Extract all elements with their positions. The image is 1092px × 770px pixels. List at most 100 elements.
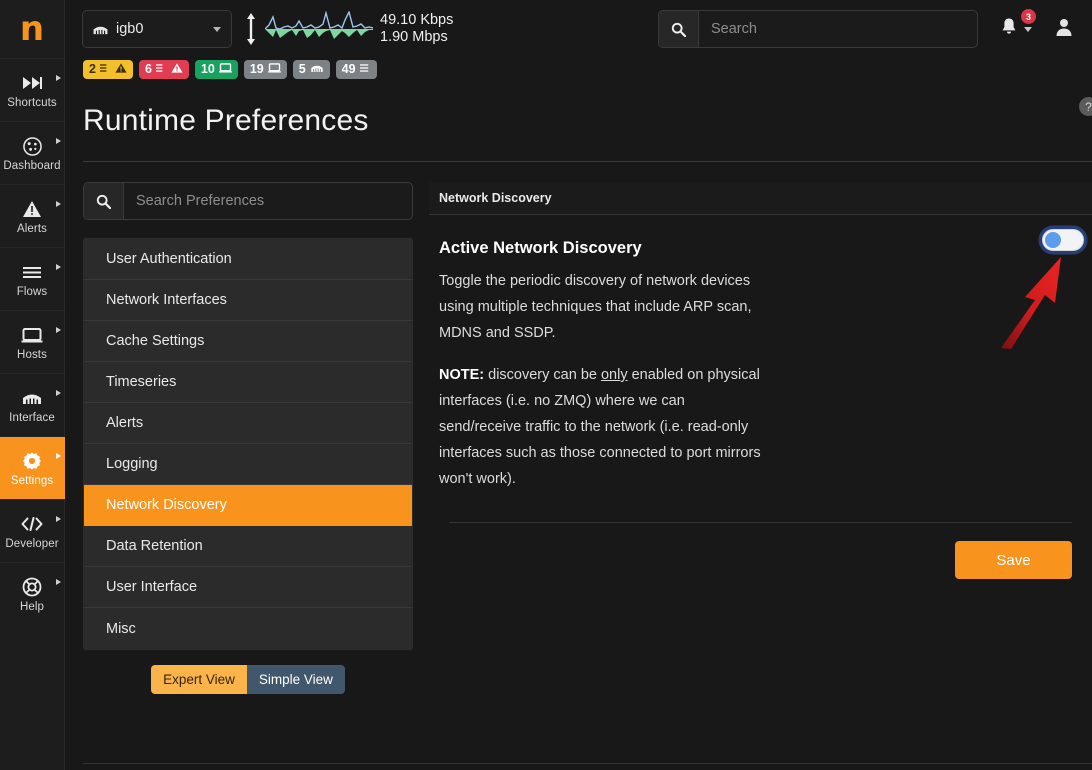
gear-icon: [22, 450, 42, 472]
pref-item-data-retention[interactable]: Data Retention: [84, 526, 412, 567]
upload-rate: 1.90 Mbps: [380, 29, 448, 45]
page-header: Runtime Preferences ?: [65, 79, 1092, 162]
sidebar-item-flows[interactable]: Flows: [0, 247, 65, 310]
preferences-list-panel: User Authentication Network Interfaces C…: [83, 182, 413, 770]
help-circle-icon[interactable]: ?: [1079, 97, 1092, 116]
network-card-icon: [310, 63, 324, 76]
pref-item-cache-settings[interactable]: Cache Settings: [84, 321, 412, 362]
badge-count: 5: [298, 62, 306, 77]
simple-view-button[interactable]: Simple View: [246, 665, 345, 694]
device-icon: [218, 63, 232, 76]
chevron-right-icon: [55, 327, 61, 333]
chevron-right-icon: [55, 75, 61, 81]
badge-interfaces[interactable]: 5: [292, 60, 330, 79]
up-down-arrows-icon: [244, 12, 258, 46]
pref-item-logging[interactable]: Logging: [84, 444, 412, 485]
device-icon: [267, 63, 281, 76]
badge-active-devices[interactable]: 10: [194, 60, 238, 79]
sidebar-item-dashboard[interactable]: Dashboard: [0, 121, 65, 184]
expert-view-button[interactable]: Expert View: [151, 665, 247, 694]
title-divider: [83, 161, 1092, 162]
note-label: NOTE:: [439, 367, 485, 383]
badge-error-alerts[interactable]: 6: [138, 60, 189, 79]
pref-label: Data Retention: [106, 538, 203, 554]
sidebar-item-interface[interactable]: Interface: [0, 373, 65, 436]
toggle-knob: [1045, 232, 1061, 248]
pref-item-user-interface[interactable]: User Interface: [84, 567, 412, 608]
search-icon[interactable]: [84, 183, 124, 219]
traffic-rates: 49.10 Kbps 1.90 Mbps: [380, 12, 453, 46]
sidebar-item-settings[interactable]: Settings: [0, 436, 65, 499]
note-after: enabled on physical interfaces (i.e. no …: [439, 367, 761, 487]
sidebar-item-hosts[interactable]: Hosts: [0, 310, 65, 373]
warning-triangle-icon: [22, 198, 42, 220]
chevron-right-icon: [55, 516, 61, 522]
notifications-button[interactable]: 3: [1000, 9, 1036, 41]
description-paragraph: Toggle the periodic discovery of network…: [439, 273, 752, 341]
pref-label: Cache Settings: [106, 333, 205, 349]
sidebar-item-developer[interactable]: Developer: [0, 499, 65, 562]
note-emphasis: only: [600, 367, 628, 383]
sidebar-label: Interface: [9, 412, 55, 424]
sidebar-item-alerts[interactable]: Alerts: [0, 184, 65, 247]
download-rate: 49.10 Kbps: [380, 12, 454, 28]
pref-label: User Authentication: [106, 251, 232, 267]
preferences-search: [83, 182, 413, 220]
sidebar-label: Alerts: [17, 223, 47, 235]
badge-count: 2: [89, 62, 96, 77]
setting-title: Active Network Discovery: [439, 239, 642, 257]
preferences-content: User Authentication Network Interfaces C…: [65, 162, 1092, 770]
chevron-right-icon: [55, 579, 61, 585]
pref-item-user-authentication[interactable]: User Authentication: [84, 239, 412, 280]
pref-item-misc[interactable]: Misc: [84, 608, 412, 649]
pref-label: Misc: [106, 620, 136, 637]
user-icon: [1054, 17, 1074, 42]
chevron-down-icon: [213, 26, 221, 32]
pref-item-alerts[interactable]: Alerts: [84, 403, 412, 444]
code-brackets-icon: [21, 513, 43, 535]
chevron-right-icon: [55, 264, 61, 270]
detail-panel-header: Network Discovery: [429, 182, 1092, 215]
pref-item-network-discovery[interactable]: Network Discovery: [84, 485, 412, 526]
badge-flows[interactable]: 49: [335, 60, 377, 79]
badge-total-devices[interactable]: 19: [243, 60, 287, 79]
badge-warning-alerts[interactable]: 2: [83, 60, 133, 79]
setting-detail-panel: Network Discovery Active Network Discove…: [429, 182, 1092, 770]
status-badges-row: 2 6 10 19 5 49: [65, 58, 395, 79]
app-root: n Shortcuts Dashboard Alerts Flows Hosts…: [0, 0, 1092, 770]
sidebar-label: Settings: [10, 475, 54, 487]
monitor-icon: [21, 324, 43, 346]
list-warning-icon: [99, 63, 111, 76]
network-card-icon: [21, 387, 43, 409]
active-network-discovery-toggle[interactable]: [1042, 229, 1084, 251]
save-button-row: Save: [449, 522, 1072, 579]
preferences-search-input[interactable]: [124, 183, 412, 219]
brand-logo[interactable]: n: [0, 0, 64, 58]
pref-item-timeseries[interactable]: Timeseries: [84, 362, 412, 403]
notification-count-badge: 3: [1021, 9, 1036, 24]
fast-forward-icon: [22, 72, 42, 94]
badge-count: 49: [341, 62, 356, 77]
interface-selector[interactable]: igb0: [82, 10, 232, 48]
chevron-right-icon: [55, 201, 61, 207]
bell-icon: [1000, 17, 1018, 41]
ntopng-logo-icon: n: [19, 9, 45, 49]
sidebar-item-shortcuts[interactable]: Shortcuts: [0, 58, 65, 121]
note-before: discovery can be: [484, 367, 601, 383]
sidebar-label: Dashboard: [3, 160, 61, 172]
sidebar-label: Hosts: [17, 349, 47, 361]
badge-count: 10: [200, 62, 215, 77]
search-input[interactable]: [699, 11, 977, 47]
chevron-down-icon: [1024, 26, 1032, 32]
pref-label: User Interface: [106, 579, 198, 595]
pref-item-network-interfaces[interactable]: Network Interfaces: [84, 280, 412, 321]
search-icon[interactable]: [659, 11, 699, 47]
user-avatar-button[interactable]: [1054, 17, 1074, 42]
preferences-menu: User Authentication Network Interfaces C…: [83, 238, 413, 650]
network-card-icon: [92, 24, 109, 35]
global-search: [658, 10, 978, 48]
sidebar-label: Shortcuts: [7, 97, 57, 109]
save-button[interactable]: Save: [955, 541, 1072, 579]
sidebar-item-help[interactable]: Help: [0, 562, 65, 625]
